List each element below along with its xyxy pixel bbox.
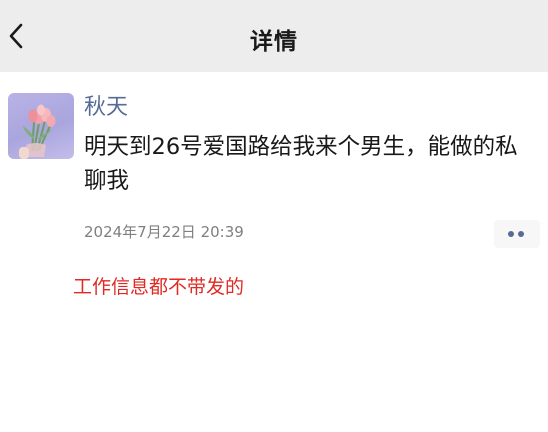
more-actions-button[interactable] (494, 220, 540, 248)
top-nav-bar: 详情 (0, 0, 548, 72)
post-timestamp: 2024年7月22日 20:39 (84, 223, 244, 241)
post-content: 明天到26号爱国路给我来个男生，能做的私聊我 (84, 134, 518, 194)
moment-detail-page: 详情 秋天 明天到26号爱国路给我来个男生，能做的私聊我 2024年7月22日 … (0, 0, 548, 432)
red-annotation-text: 工作信息都不带发的 (73, 276, 245, 298)
username[interactable]: 秋天 (84, 94, 128, 122)
page-title: 详情 (250, 29, 298, 55)
more-dots-icon (508, 231, 514, 237)
more-dots-icon (518, 231, 524, 237)
avatar[interactable] (8, 93, 74, 159)
tulip-bouquet-icon (19, 104, 56, 159)
